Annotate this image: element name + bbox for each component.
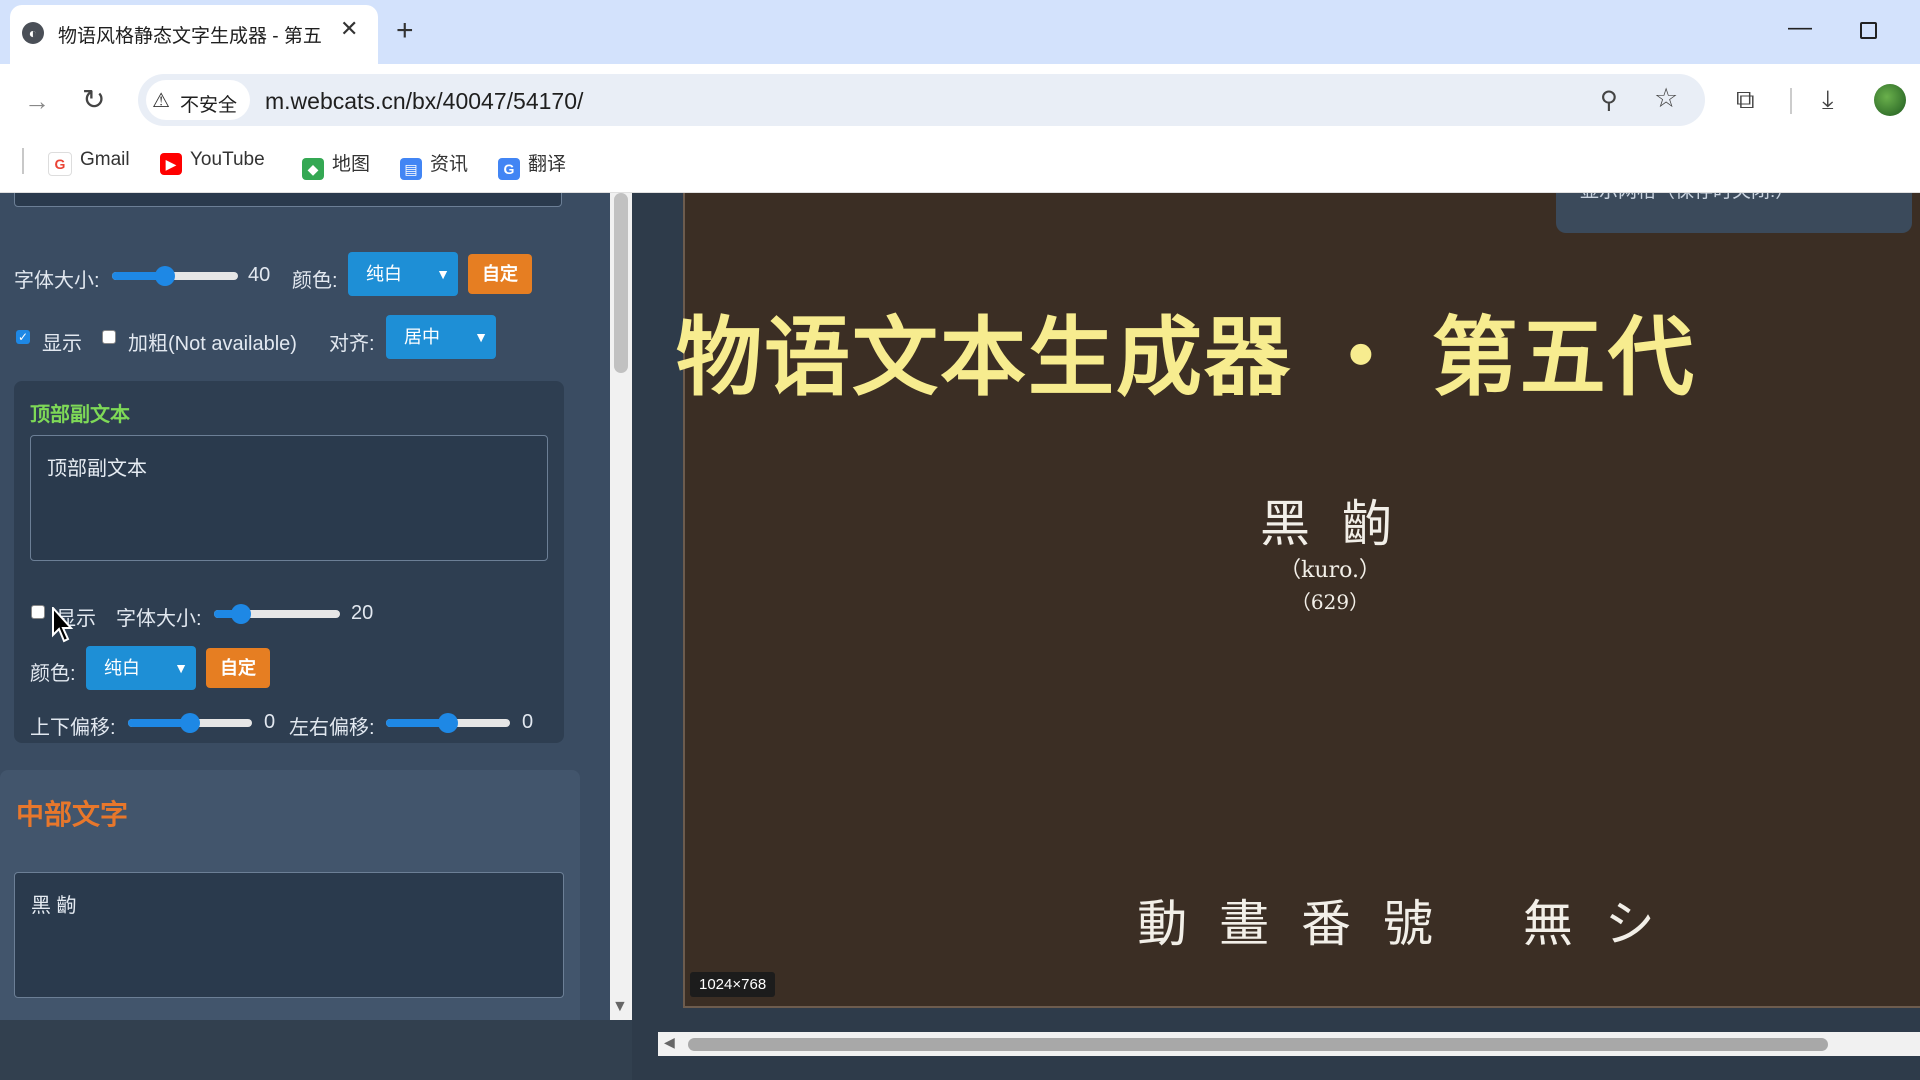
mouse-cursor-icon — [52, 605, 74, 643]
align-select[interactable]: 居中 ▼ — [386, 315, 496, 359]
security-label: 不安全 — [180, 95, 238, 116]
bookmark-label: 资讯 — [430, 154, 469, 175]
title-text-input[interactable] — [14, 193, 562, 207]
bookmark-label: YouTube — [190, 149, 265, 170]
bookmark-label: Gmail — [80, 149, 130, 170]
chevron-down-icon: ▼ — [174, 660, 188, 676]
download-icon[interactable]: ⤓ — [1822, 84, 1834, 116]
middle-text-title: 中部文字 — [16, 799, 129, 830]
subtext-custom-color-button[interactable]: 自定 — [206, 648, 270, 688]
show-checkbox[interactable]: ✓ — [16, 330, 30, 344]
maps-icon: ◆ — [302, 158, 324, 180]
globe-icon: ◐ — [22, 22, 44, 44]
tab-title[interactable]: 物语风格静态文字生成器 - 第五 — [58, 21, 326, 48]
panel-scrollbar-thumb[interactable] — [614, 193, 628, 373]
warning-icon: ⚠ — [152, 90, 170, 112]
reload-icon[interactable]: ↻ — [82, 83, 105, 116]
horizontal-scrollbar-thumb[interactable] — [688, 1038, 1828, 1051]
new-tab-button[interactable]: + — [396, 14, 414, 48]
color-select[interactable]: 纯白 ▼ — [348, 252, 458, 296]
canvas-size-badge: 1024×768 — [690, 972, 776, 997]
slider-thumb[interactable] — [438, 713, 458, 733]
minimize-icon[interactable]: — — [1788, 14, 1812, 42]
preview-center-text: 黑 齣 — [1260, 495, 1400, 553]
subtext-show-checkbox[interactable] — [31, 605, 45, 619]
middle-text-input[interactable]: 黑 齣 — [14, 872, 564, 998]
h-offset-label: 左右偏移: — [289, 717, 375, 739]
color-label: 颜色: — [292, 270, 338, 292]
top-subtext-input[interactable]: 顶部副文本 — [30, 435, 548, 561]
youtube-icon: ▶ — [160, 153, 182, 175]
font-size-slider[interactable] — [112, 264, 238, 288]
align-label: 对齐: — [329, 333, 375, 355]
profile-avatar[interactable] — [1874, 84, 1906, 116]
v-offset-value: 0 — [264, 711, 276, 733]
restore-icon[interactable] — [1860, 22, 1877, 39]
align-select-value: 居中 — [404, 327, 440, 347]
bookmark-maps[interactable]: ◆ 地图 — [302, 149, 370, 180]
gmail-icon: G — [48, 152, 72, 176]
slider-thumb[interactable] — [155, 266, 175, 286]
slider-thumb[interactable] — [180, 713, 200, 733]
bookmarks-divider — [22, 148, 24, 174]
subtext-font-size-slider[interactable] — [214, 602, 340, 626]
bookmark-star-icon[interactable]: ☆ — [1654, 83, 1678, 114]
panel-footer — [0, 1020, 632, 1080]
preview-center-subtext: （kuro.） — [1279, 558, 1381, 583]
subtext-color-label: 颜色: — [30, 663, 76, 685]
bookmark-youtube[interactable]: ▶ YouTube — [160, 149, 265, 175]
top-subtext-title: 顶部副文本 — [30, 404, 130, 426]
chevron-down-icon: ▼ — [474, 329, 488, 345]
url-text[interactable]: m.webcats.cn/bx/40047/54170/ — [265, 88, 583, 115]
color-select-value: 纯白 — [366, 264, 402, 284]
preview-bottom-text: 動 畫 番 號 無 シ — [1137, 895, 1663, 953]
subtext-font-size-value: 20 — [351, 602, 374, 624]
subtext-color-select[interactable]: 纯白 ▼ — [86, 646, 196, 690]
h-offset-value: 0 — [522, 711, 534, 733]
show-label: 显示 — [42, 333, 82, 355]
preview-center-number: （629） — [1290, 590, 1370, 614]
extensions-icon[interactable]: ⧉ — [1736, 84, 1755, 116]
forward-icon[interactable]: → — [24, 86, 50, 117]
zoom-icon[interactable]: ⚲ — [1600, 86, 1618, 115]
v-offset-label: 上下偏移: — [30, 717, 116, 739]
bookmark-label: 地图 — [332, 154, 371, 175]
bold-checkbox[interactable] — [102, 330, 116, 344]
custom-color-button[interactable]: 自定 — [468, 254, 532, 294]
bookmark-news[interactable]: ▤ 资讯 — [400, 149, 468, 180]
h-offset-slider[interactable] — [386, 711, 510, 735]
font-size-value: 40 — [248, 264, 271, 286]
v-offset-slider[interactable] — [128, 711, 252, 735]
bookmark-label: 翻译 — [528, 154, 567, 175]
bookmarks-bar — [0, 136, 1920, 193]
chevron-down-icon: ▼ — [436, 266, 450, 282]
font-size-label: 字体大小: — [14, 270, 100, 292]
close-tab-button[interactable]: ✕ — [340, 16, 358, 42]
news-icon: ▤ — [400, 158, 422, 180]
subtext-font-size-label: 字体大小: — [116, 608, 202, 630]
subtext-color-select-value: 纯白 — [104, 658, 140, 678]
slider-thumb[interactable] — [231, 604, 251, 624]
toolbar-divider — [1790, 88, 1792, 114]
translate-icon: G — [498, 158, 520, 180]
settings-panel: 字体大小: 40 颜色: 纯白 ▼ 自定 ✓ 显示 加粗(Not availab… — [0, 193, 632, 1020]
scroll-down-icon[interactable]: ▼ — [612, 998, 628, 1016]
bookmark-translate[interactable]: G 翻译 — [498, 149, 566, 180]
bold-label: 加粗(Not available) — [128, 333, 297, 355]
bookmark-gmail[interactable]: G Gmail — [48, 149, 130, 176]
scroll-left-icon[interactable]: ◀ — [664, 1034, 675, 1051]
preview-main-title: 物语文本生成器 ・ 第五代 — [676, 310, 1696, 406]
